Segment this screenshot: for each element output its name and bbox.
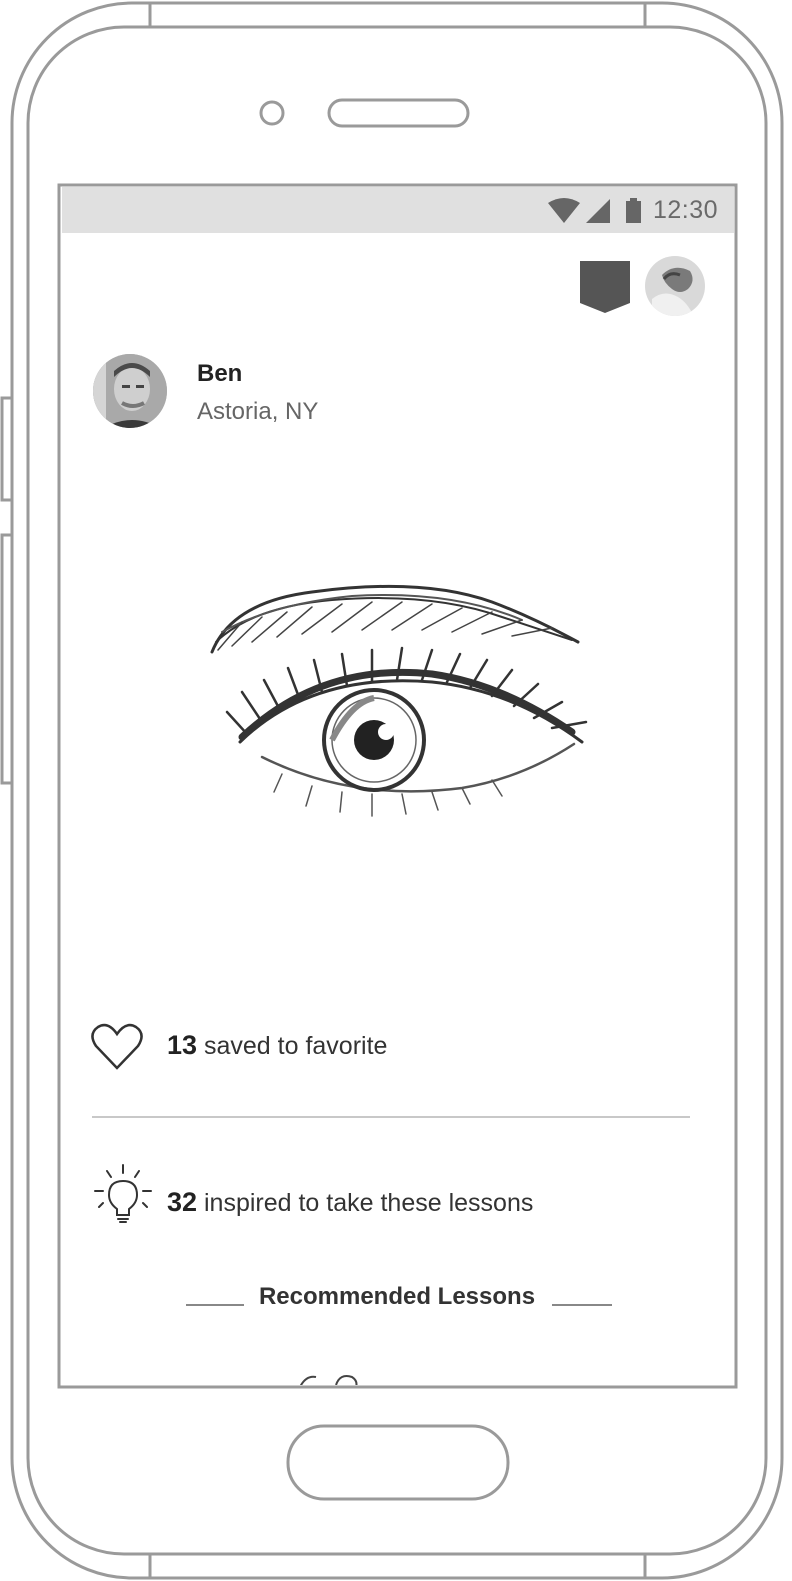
favorites-label: saved to favorite — [197, 1032, 388, 1060]
divider — [92, 1116, 690, 1118]
inspired-count: 32 — [167, 1187, 198, 1217]
lesson-thumbnail-partial[interactable] — [296, 1373, 366, 1385]
section-rule-right — [552, 1304, 612, 1306]
favorites-count: 13 — [167, 1030, 198, 1060]
inspired-label: inspired to take these lessons — [197, 1189, 534, 1217]
bookmark-icon[interactable] — [578, 259, 632, 315]
lightbulb-icon — [94, 1164, 152, 1223]
profile-avatar[interactable] — [92, 353, 168, 429]
profile-location: Astoria, NY — [197, 398, 319, 425]
favorites-stat: 13 saved to favorite — [167, 1030, 387, 1061]
status-bar: 12:30 — [62, 187, 734, 233]
eye-sketch-image[interactable] — [202, 562, 622, 852]
heart-icon[interactable] — [90, 1022, 144, 1072]
battery-icon — [626, 198, 641, 223]
recommended-lessons-title: Recommended Lessons — [258, 1283, 536, 1310]
status-time: 12:30 — [652, 196, 718, 224]
wifi-icon — [548, 198, 580, 223]
inspired-stat: 32 inspired to take these lessons — [167, 1187, 533, 1218]
app-screen: 12:30 Ben Astoria, NY 13 saved to favori… — [62, 187, 734, 1385]
profile-name[interactable]: Ben — [197, 360, 242, 388]
status-icons — [548, 198, 641, 223]
signal-icon — [586, 199, 610, 223]
section-rule-left — [186, 1304, 244, 1306]
user-avatar[interactable] — [644, 255, 706, 317]
